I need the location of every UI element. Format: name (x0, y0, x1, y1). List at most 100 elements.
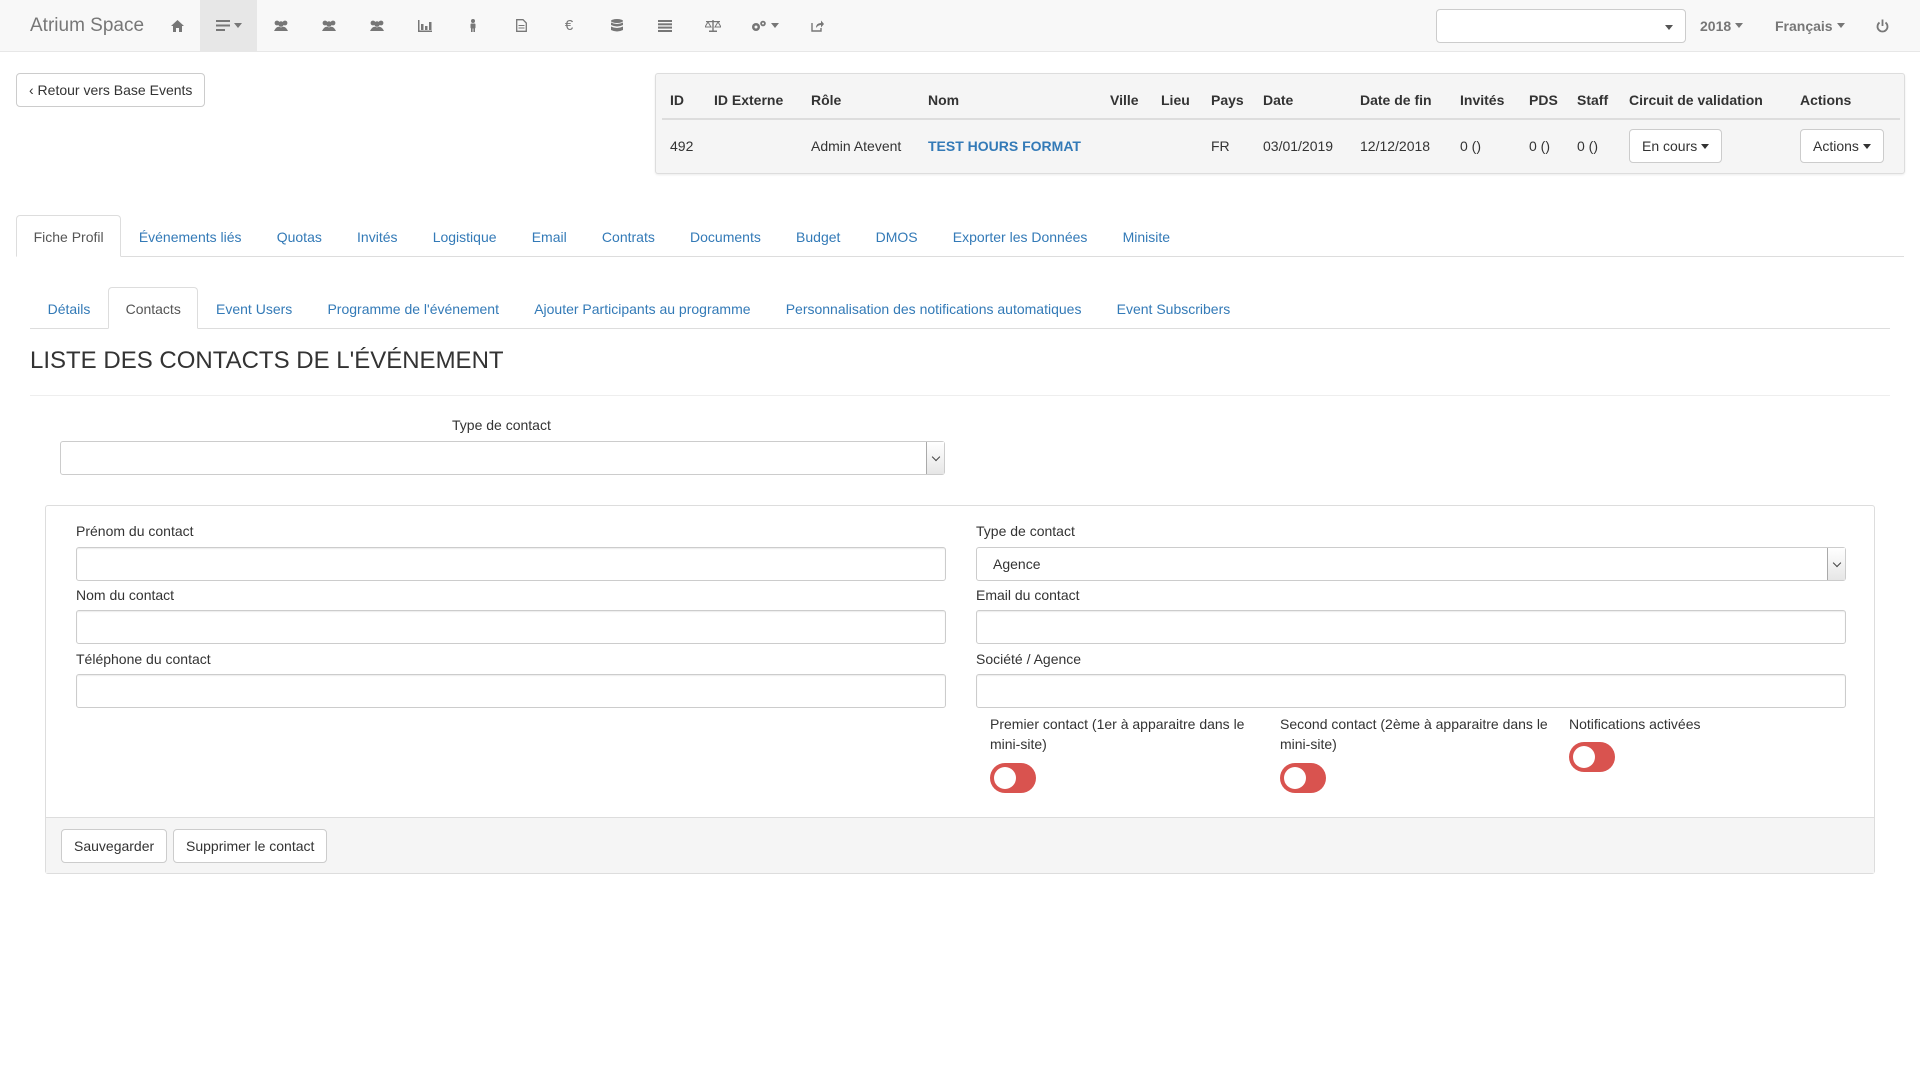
share-icon[interactable] (793, 0, 841, 51)
tab-dmos[interactable]: DMOS (858, 215, 935, 257)
tab-invites[interactable]: Invités (339, 215, 415, 257)
second-contact-label: Second contact (2ème à apparaitre dans l… (1280, 716, 1548, 752)
person-icon[interactable] (449, 0, 497, 51)
back-to-events-button[interactable]: ‹ Retour vers Base Events (16, 73, 206, 107)
first-name-label: Prénom du contact (76, 523, 194, 539)
document-icon[interactable] (497, 0, 545, 51)
contact-form-panel: Prénom du contact Type de contact Agence… (45, 505, 1875, 874)
subtab-programme[interactable]: Programme de l'événement (310, 287, 517, 329)
cell-staff: 0 () (1577, 137, 1598, 154)
delete-contact-button[interactable]: Supprimer le contact (173, 829, 328, 863)
subtab-contacts[interactable]: Contacts (107, 287, 199, 329)
cell-circuit: En cours (1621, 119, 1792, 171)
subtab-ajouter-participants[interactable]: Ajouter Participants au programme (517, 287, 769, 329)
toggle-knob (1284, 767, 1306, 789)
notifications-toggle[interactable] (1569, 742, 1615, 772)
last-name-label: Nom du contact (76, 587, 175, 603)
cell-pds: 0 () (1529, 137, 1550, 154)
email-input[interactable] (976, 610, 1846, 644)
cell-pays: FR (1211, 137, 1230, 154)
last-name-input[interactable] (76, 610, 946, 644)
subtab-event-users[interactable]: Event Users (198, 287, 309, 329)
list-dropdown-icon[interactable] (200, 0, 257, 51)
col-header-pays: Pays (1203, 81, 1255, 120)
subtab-event-subscribers[interactable]: Event Subscribers (1099, 287, 1248, 329)
group-icon-3[interactable] (353, 0, 401, 51)
group-icon[interactable] (257, 0, 305, 51)
list-icon[interactable] (641, 0, 689, 51)
phone-label: Téléphone du contact (76, 651, 211, 667)
chart-icon[interactable] (401, 0, 449, 51)
toggle-knob (1573, 746, 1595, 768)
chevron-down-icon (1701, 144, 1710, 150)
chevron-down-icon (1827, 548, 1845, 580)
tab-contrats[interactable]: Contrats (584, 215, 672, 257)
tab-email[interactable]: Email (514, 215, 584, 257)
language-label: Français (1775, 17, 1833, 34)
cell-date: 03/01/2019 (1263, 137, 1334, 154)
tab-fiche-profil[interactable]: Fiche Profil (16, 215, 122, 257)
filter-contact-type-select[interactable] (60, 441, 945, 475)
circuit-status-label: En cours (1642, 137, 1698, 154)
year-dropdown[interactable]: 2018 (1700, 0, 1744, 51)
cell-invites: 0 () (1460, 137, 1481, 154)
col-header-id-externe: ID Externe (706, 81, 803, 120)
language-dropdown[interactable]: Français (1775, 0, 1845, 51)
divider (30, 395, 1890, 396)
event-summary-panel: ID ID Externe Rôle Nom Ville Lieu Pays D… (655, 73, 1905, 174)
col-header-circuit: Circuit de validation (1621, 81, 1792, 120)
brand-logo[interactable]: Atrium Space (30, 15, 144, 37)
chevron-down-icon (926, 442, 944, 474)
database-icon[interactable] (593, 0, 641, 51)
company-label: Société / Agence (976, 651, 1082, 667)
tab-quotas[interactable]: Quotas (259, 215, 339, 257)
subtab-details[interactable]: Détails (30, 287, 108, 329)
cell-date-fin: 12/12/2018 (1360, 137, 1431, 154)
cell-role: Admin Atevent (811, 137, 902, 154)
main-tabs: Fiche Profil Événements liés Quotas Invi… (16, 215, 1904, 257)
circuit-status-dropdown[interactable]: En cours (1629, 128, 1723, 163)
euro-icon[interactable]: € (545, 0, 593, 51)
premier-contact-label: Premier contact (1er à apparaitre dans l… (990, 716, 1245, 752)
premier-contact-toggle[interactable] (990, 763, 1036, 793)
col-header-staff: Staff (1569, 81, 1621, 120)
first-name-input[interactable] (76, 547, 946, 581)
cogs-dropdown-icon[interactable] (737, 0, 793, 51)
toggle-knob (994, 767, 1016, 789)
contact-type-value: Agence (993, 556, 1041, 572)
group-icon-2[interactable] (305, 0, 353, 51)
tab-exporter[interactable]: Exporter les Données (935, 215, 1105, 257)
second-contact-toggle[interactable] (1280, 763, 1326, 793)
subtab-notifications[interactable]: Personnalisation des notifications autom… (768, 287, 1099, 329)
power-icon[interactable] (1876, 0, 1889, 51)
form-footer: Sauvegarder Supprimer le contact (46, 817, 1874, 873)
nav-icon-bar: € (160, 0, 841, 51)
col-header-actions: Actions (1792, 81, 1900, 120)
email-label: Email du contact (976, 587, 1080, 603)
chevron-down-icon (1836, 23, 1845, 28)
tab-minisite[interactable]: Minisite (1105, 215, 1188, 257)
company-input[interactable] (976, 674, 1846, 708)
save-button[interactable]: Sauvegarder (61, 829, 168, 863)
tab-documents[interactable]: Documents (672, 215, 778, 257)
page-title: LISTE DES CONTACTS DE L'ÉVÉNEMENT (30, 347, 504, 374)
cell-actions: Actions (1792, 119, 1900, 171)
home-icon[interactable] (163, 0, 191, 51)
navbar-select[interactable] (1436, 9, 1686, 43)
col-header-id: ID (662, 81, 706, 120)
contact-type-select[interactable]: Agence (976, 547, 1846, 581)
col-header-date: Date (1255, 81, 1352, 120)
col-header-role: Rôle (803, 81, 920, 120)
col-header-nom: Nom (920, 81, 1102, 120)
tab-evenements-lies[interactable]: Événements liés (121, 215, 259, 257)
event-name-link[interactable]: TEST HOURS FORMAT (920, 119, 1102, 171)
contact-type-label: Type de contact (976, 523, 1075, 539)
chevron-down-icon (1862, 144, 1871, 150)
tab-logistique[interactable]: Logistique (415, 215, 514, 257)
balance-icon[interactable] (689, 0, 737, 51)
year-label: 2018 (1700, 17, 1732, 34)
actions-dropdown[interactable]: Actions (1800, 128, 1884, 163)
phone-input[interactable] (76, 674, 946, 708)
event-summary-table: ID ID Externe Rôle Nom Ville Lieu Pays D… (662, 81, 1900, 171)
tab-budget[interactable]: Budget (778, 215, 858, 257)
